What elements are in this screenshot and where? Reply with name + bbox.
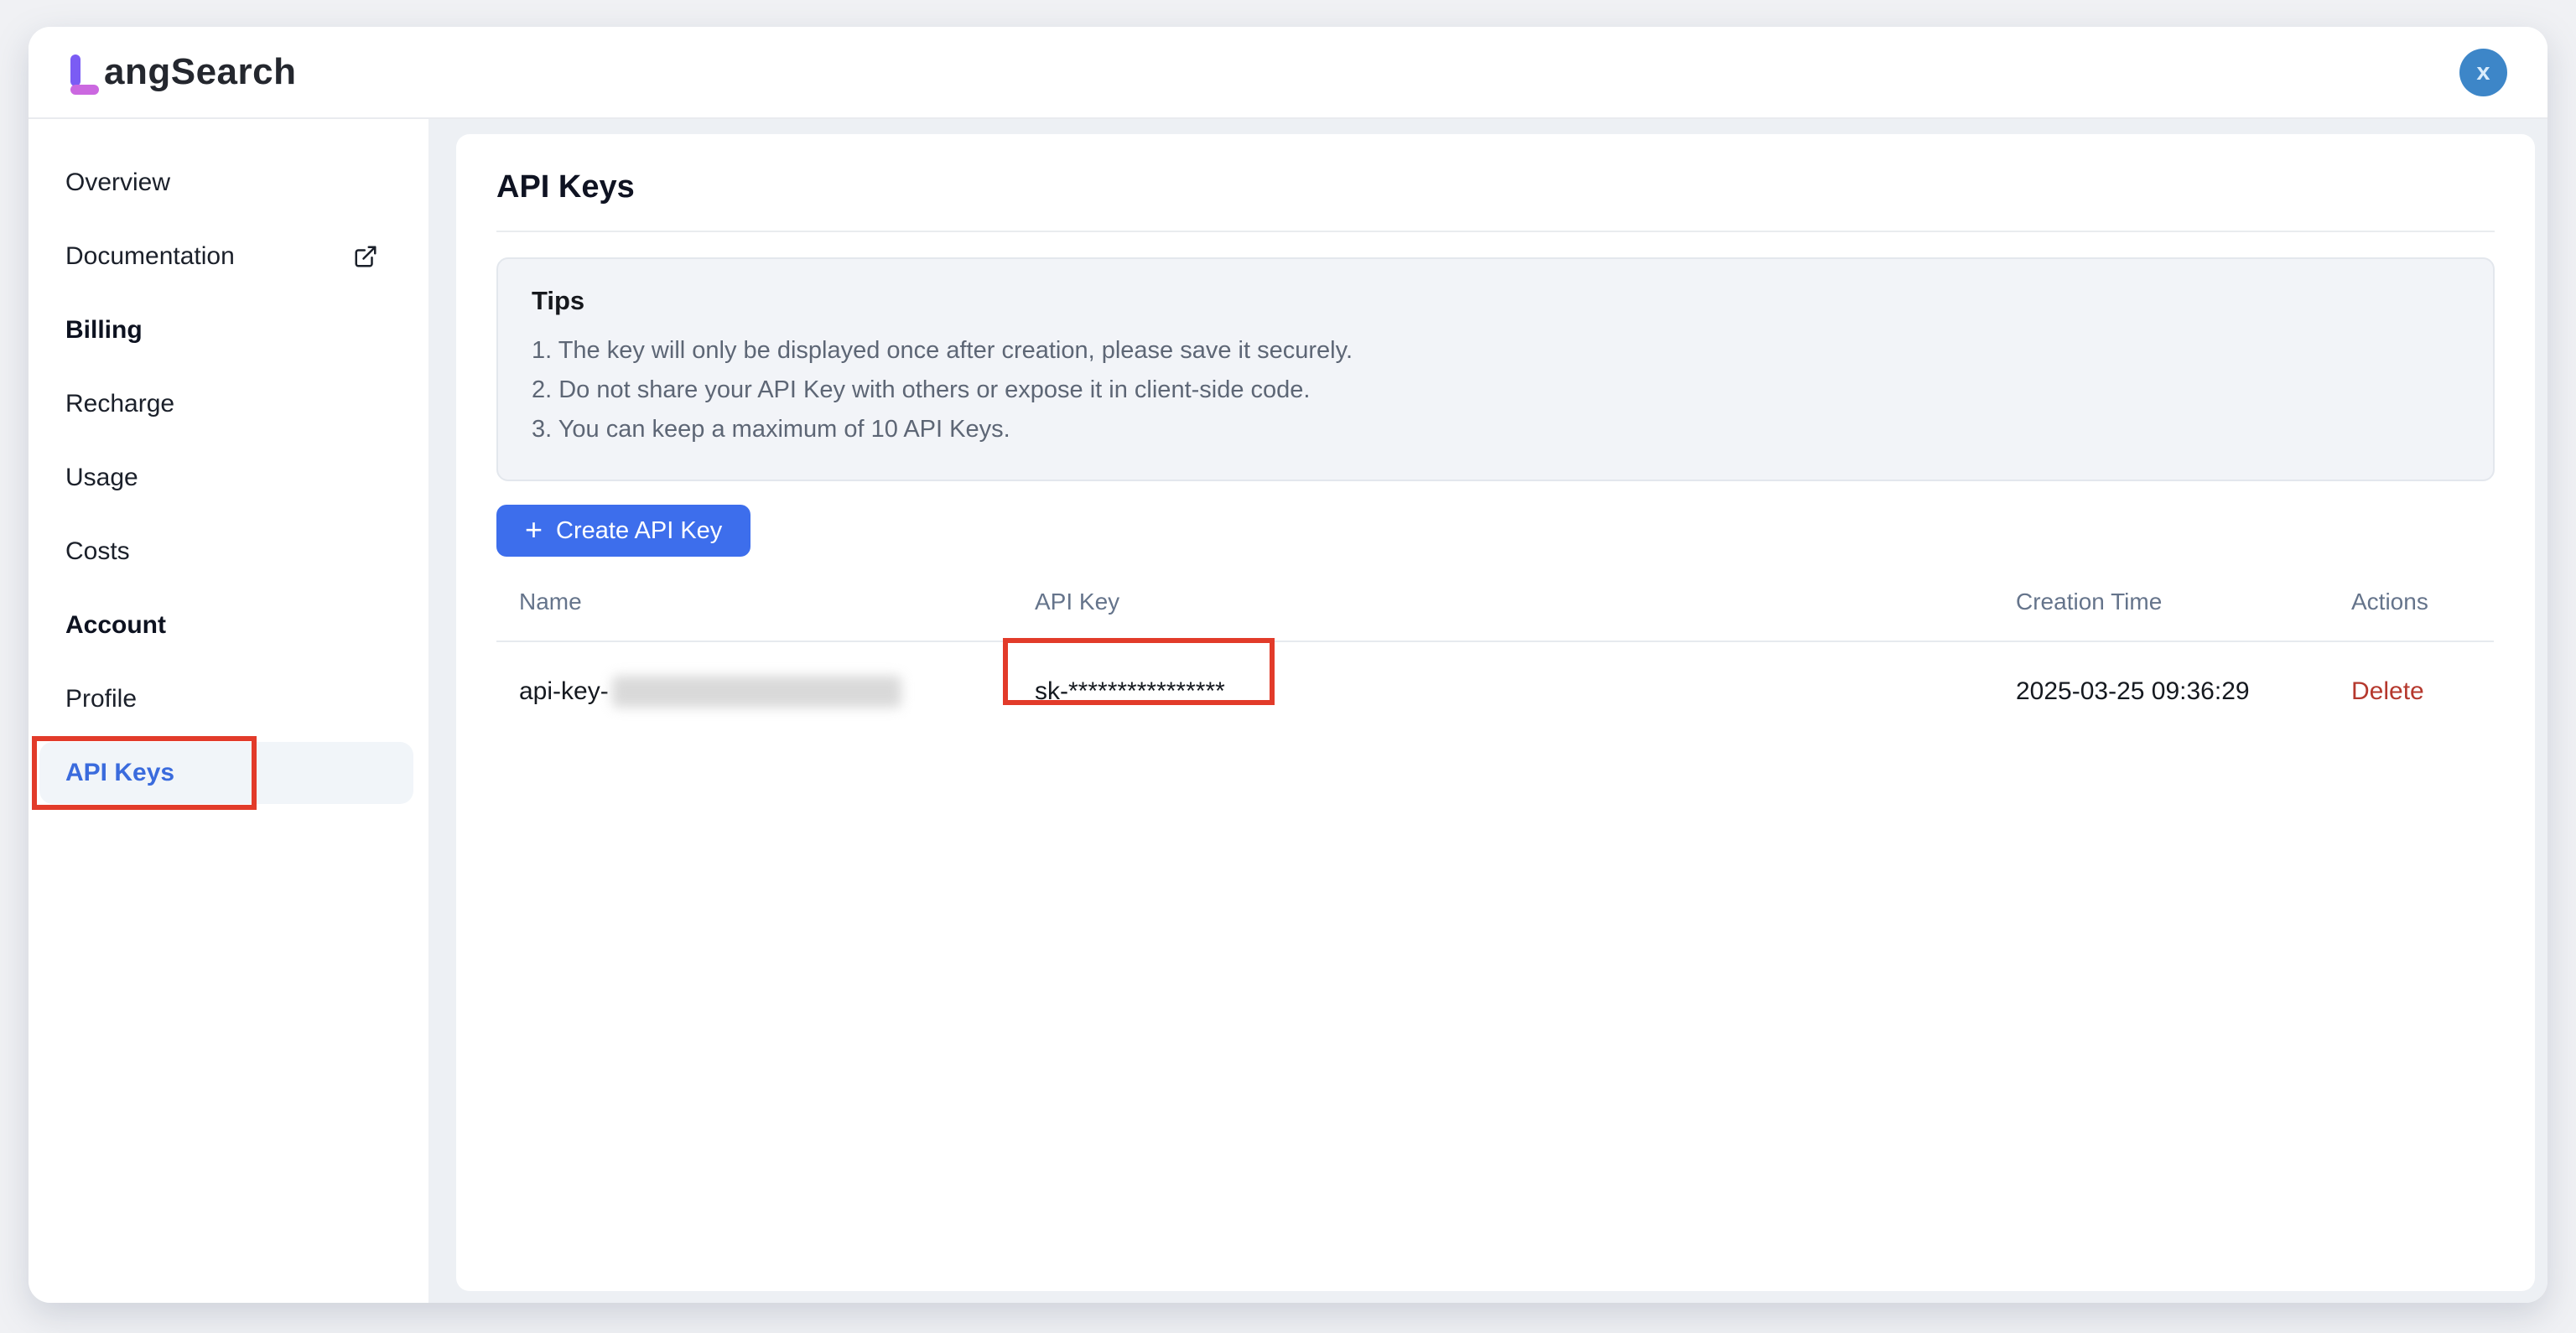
app-window: angSearch x Overview Documentation: [29, 27, 2547, 1303]
tips-line-3: 3. You can keep a maximum of 10 API Keys…: [532, 410, 2459, 449]
column-header-name: Name: [496, 589, 1035, 615]
content-area: Overview Documentation Billing Recharge: [29, 119, 2547, 1303]
column-header-actions: Actions: [2351, 589, 2494, 615]
langsearch-logo[interactable]: angSearch: [69, 49, 296, 95]
title-divider: [496, 231, 2495, 232]
sidebar-section-account: Account: [29, 589, 428, 662]
actions-cell: Delete: [2351, 677, 2494, 706]
user-avatar[interactable]: x: [2459, 49, 2507, 96]
avatar-letter: x: [2476, 59, 2490, 86]
sidebar-item-api-keys[interactable]: API Keys: [39, 742, 413, 804]
key-name-prefix: api-key-: [519, 677, 609, 706]
tips-heading: Tips: [532, 286, 2459, 316]
masked-api-key: sk-****************: [1035, 677, 1225, 705]
top-header: angSearch x: [29, 27, 2547, 119]
column-header-api-key: API Key: [1035, 589, 2016, 615]
create-api-key-label: Create API Key: [556, 517, 722, 545]
creation-time-cell: 2025-03-25 09:36:29: [2016, 677, 2351, 706]
tips-line-2: 2. Do not share your API Key with others…: [532, 371, 2459, 410]
logo-text: angSearch: [104, 51, 296, 93]
sidebar-item-profile[interactable]: Profile: [29, 662, 428, 736]
external-link-icon: [353, 244, 378, 269]
table-row: api-key- sk-**************** 2025-03-25 …: [496, 642, 2494, 708]
sidebar-item-overview[interactable]: Overview: [29, 146, 428, 220]
table-header-row: Name API Key Creation Time Actions: [496, 580, 2494, 642]
tips-line-1: 1. The key will only be displayed once a…: [532, 331, 2459, 371]
redacted-name-blur: [612, 676, 901, 708]
column-header-creation-time: Creation Time: [2016, 589, 2351, 615]
page-title: API Keys: [496, 169, 2495, 205]
plus-icon: +: [525, 515, 543, 545]
sidebar-item-usage[interactable]: Usage: [29, 441, 428, 515]
create-api-key-button[interactable]: + Create API Key: [496, 505, 750, 557]
sidebar-item-costs[interactable]: Costs: [29, 515, 428, 589]
main-panel: API Keys Tips 1. The key will only be di…: [456, 134, 2535, 1291]
key-name-cell: api-key-: [496, 676, 1035, 708]
sidebar-item-recharge[interactable]: Recharge: [29, 367, 428, 441]
main-wrapper: API Keys Tips 1. The key will only be di…: [428, 119, 2547, 1303]
api-keys-table: Name API Key Creation Time Actions api-k…: [496, 580, 2494, 708]
delete-link[interactable]: Delete: [2351, 677, 2424, 705]
sidebar-section-billing: Billing: [29, 293, 428, 367]
sidebar-nav: Overview Documentation Billing Recharge: [29, 119, 428, 1303]
logo-l-icon: [69, 49, 99, 95]
tips-box: Tips 1. The key will only be displayed o…: [496, 257, 2495, 481]
api-key-value-cell: sk-****************: [1035, 677, 2016, 706]
sidebar-item-documentation[interactable]: Documentation: [29, 220, 428, 293]
